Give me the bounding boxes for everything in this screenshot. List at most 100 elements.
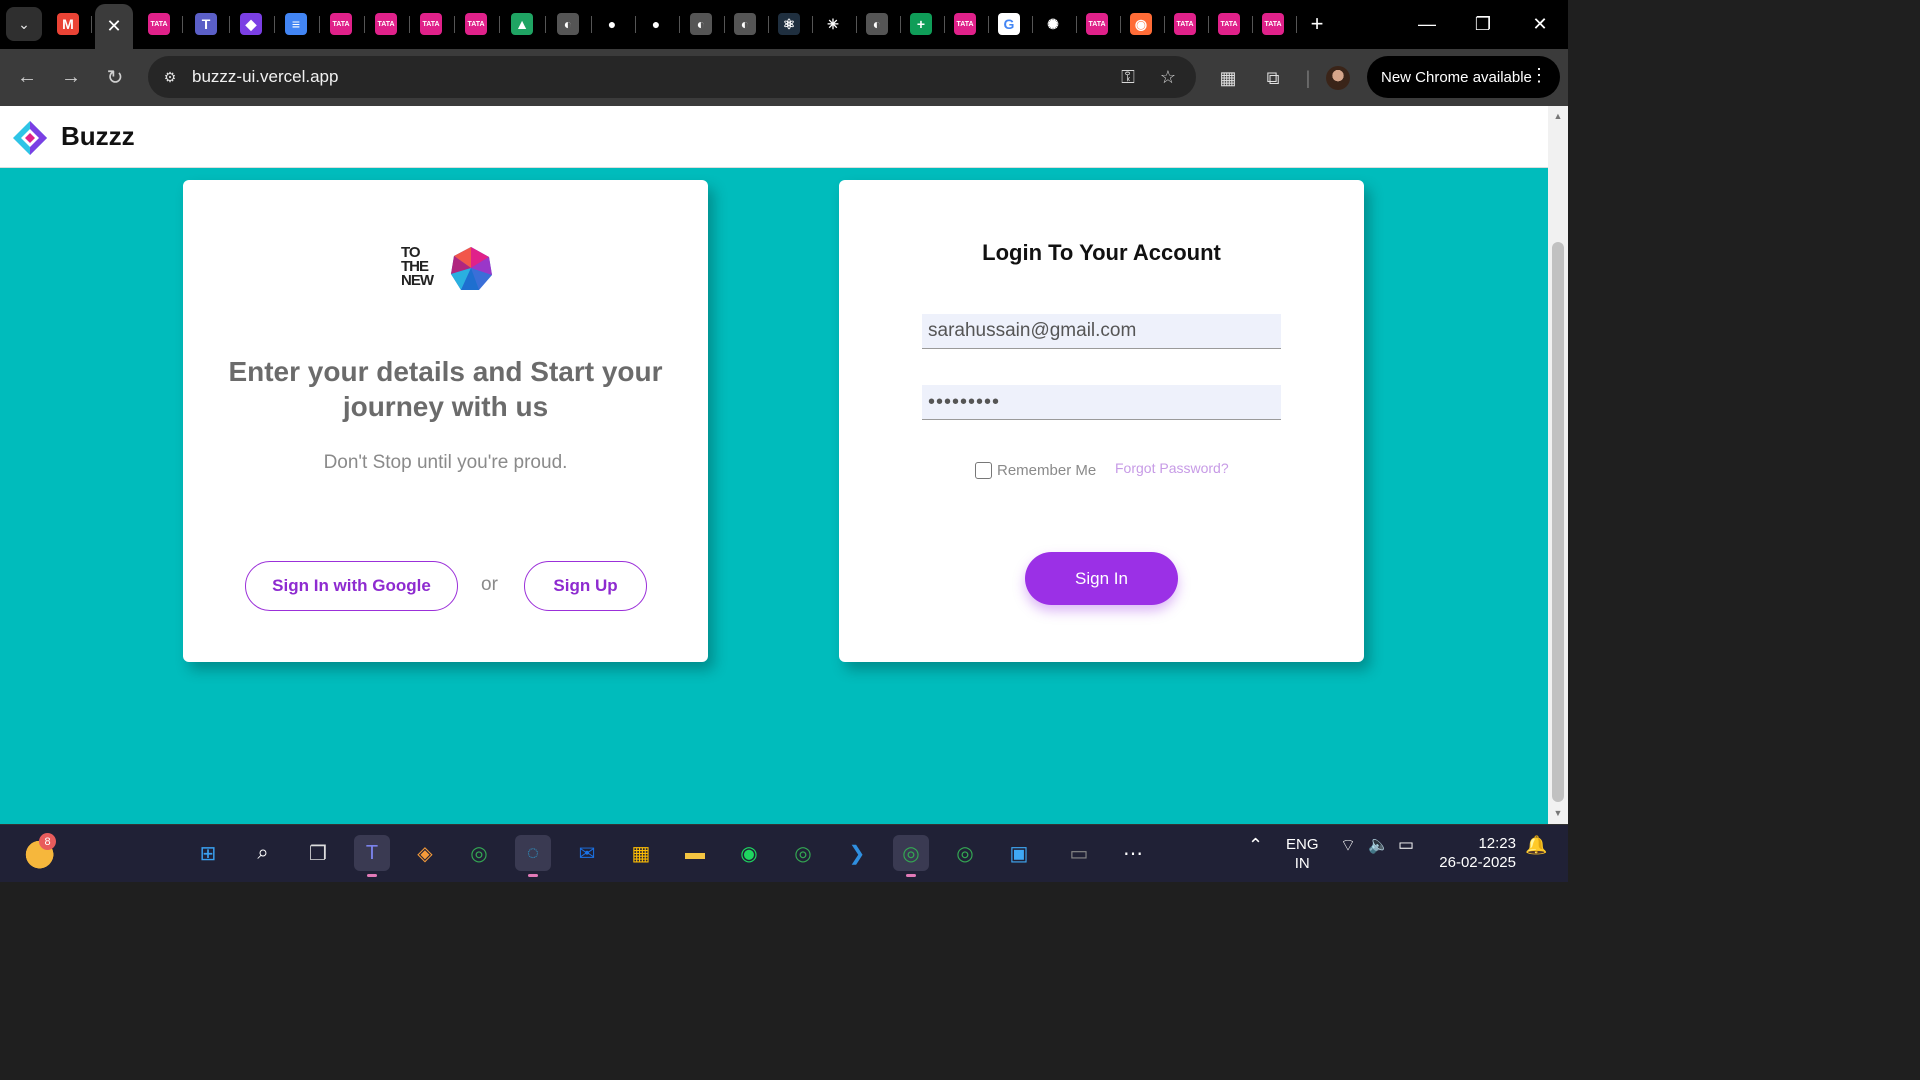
- profile-avatar[interactable]: [1326, 66, 1350, 90]
- tataplay-icon[interactable]: TATA: [1086, 13, 1108, 35]
- close-window-icon[interactable]: ✕: [1520, 10, 1560, 38]
- toolbar-divider: |: [1305, 67, 1311, 88]
- notifications-icon[interactable]: 🔔: [1525, 835, 1547, 856]
- github-icon[interactable]: ●: [601, 13, 623, 35]
- photos-icon[interactable]: ▣: [1001, 835, 1037, 871]
- new-tab-button[interactable]: +: [1297, 10, 1337, 38]
- drive-icon[interactable]: ▲: [511, 13, 533, 35]
- site-settings-icon[interactable]: ⚙: [160, 67, 180, 87]
- sheets-icon[interactable]: +: [910, 13, 932, 35]
- page-scrollbar[interactable]: ▲ ▼: [1548, 106, 1568, 824]
- tataplay-icon[interactable]: TATA: [375, 13, 397, 35]
- tab-separator: [856, 16, 857, 33]
- tataplay-icon[interactable]: TATA: [148, 13, 170, 35]
- scroll-thumb[interactable]: [1552, 242, 1564, 802]
- globe-icon[interactable]: ◐: [734, 13, 756, 35]
- url-text[interactable]: buzzz-ui.vercel.app: [192, 67, 338, 87]
- welcome-card: TO THE NEW Enter your details and Start yo…: [183, 180, 708, 662]
- start-icon[interactable]: ⊞: [190, 835, 226, 871]
- react-icon[interactable]: ⚛: [778, 13, 800, 35]
- teams-icon[interactable]: T: [354, 835, 390, 877]
- terminal-icon[interactable]: ▭: [1061, 835, 1097, 871]
- minimize-icon[interactable]: —: [1407, 10, 1447, 38]
- language-indicator[interactable]: ENG IN: [1286, 835, 1319, 873]
- password-field[interactable]: •••••••••: [922, 385, 1281, 420]
- gmail-icon[interactable]: M: [57, 13, 79, 35]
- store-icon[interactable]: ▦: [623, 835, 659, 871]
- battery-icon[interactable]: ▭: [1398, 835, 1414, 855]
- tataplay-icon[interactable]: TATA: [1218, 13, 1240, 35]
- chrome-icon[interactable]: ◎: [461, 835, 497, 871]
- tab-separator: [319, 16, 320, 33]
- update-chrome-button[interactable]: New Chrome available ⋮: [1367, 56, 1560, 98]
- globe-icon[interactable]: ◐: [866, 13, 888, 35]
- language-label: ENG: [1286, 836, 1319, 853]
- login-card: Login To Your Account sarahussain@gmail.…: [839, 180, 1364, 662]
- google-icon[interactable]: G: [998, 13, 1020, 35]
- remember-me[interactable]: Remember Me: [975, 462, 1096, 479]
- scroll-up-icon[interactable]: ▲: [1552, 111, 1564, 123]
- gem-icon[interactable]: ◆: [240, 13, 262, 35]
- docs-icon[interactable]: ≡: [285, 13, 307, 35]
- qr-code-icon[interactable]: ▦: [1216, 66, 1240, 90]
- chrome-active-icon[interactable]: ◎: [893, 835, 929, 877]
- forgot-password-link[interactable]: Forgot Password?: [1115, 460, 1229, 476]
- tab-search-button[interactable]: ⌄: [6, 7, 42, 41]
- update-label: New Chrome available: [1381, 68, 1532, 86]
- teams-icon[interactable]: T: [195, 13, 217, 35]
- globe-icon[interactable]: ◐: [690, 13, 712, 35]
- forward-icon[interactable]: →: [55, 61, 87, 93]
- postman-icon[interactable]: ◉: [1130, 13, 1152, 35]
- vscode-icon[interactable]: ❯: [839, 835, 875, 871]
- tataplay-icon[interactable]: TATA: [465, 13, 487, 35]
- search-icon[interactable]: ⌕: [245, 835, 281, 871]
- chrome-profile-icon[interactable]: ◎: [785, 835, 821, 871]
- remember-me-label[interactable]: Remember Me: [997, 462, 1096, 479]
- tataplay-icon[interactable]: TATA: [420, 13, 442, 35]
- signin-button[interactable]: Sign In: [1025, 552, 1178, 605]
- openai-icon[interactable]: ✺: [1042, 13, 1064, 35]
- remember-me-checkbox[interactable]: [975, 462, 992, 479]
- tataplay-icon[interactable]: TATA: [1262, 13, 1284, 35]
- signup-button[interactable]: Sign Up: [524, 561, 647, 611]
- tab-separator: [229, 16, 230, 33]
- email-field[interactable]: sarahussain@gmail.com: [922, 314, 1281, 349]
- bookmark-star-icon[interactable]: ☆: [1156, 66, 1180, 88]
- task-view-icon[interactable]: ❐: [300, 835, 336, 871]
- active-tab[interactable]: ✕: [95, 4, 133, 49]
- close-icon[interactable]: ✕: [106, 16, 121, 37]
- github-icon[interactable]: ●: [645, 13, 667, 35]
- extensions-icon[interactable]: ⧉: [1261, 66, 1285, 90]
- tab-separator: [591, 16, 592, 33]
- address-bar[interactable]: ⚙ buzzz-ui.vercel.app ⚿ ☆: [148, 56, 1196, 98]
- wifi-icon[interactable]: ⌔: [1340, 835, 1356, 856]
- chrome-icon[interactable]: ◎: [947, 835, 983, 871]
- brand-name[interactable]: Buzzz: [61, 121, 135, 152]
- restore-icon[interactable]: ❐: [1463, 10, 1503, 38]
- tataplay-icon[interactable]: TATA: [1174, 13, 1196, 35]
- more-icon[interactable]: ⋯: [1115, 835, 1151, 871]
- file-explorer-icon[interactable]: ▬: [677, 835, 713, 871]
- region-label: IN: [1294, 855, 1310, 872]
- spotify-icon[interactable]: ◉: [731, 835, 767, 871]
- tataplay-icon[interactable]: TATA: [330, 13, 352, 35]
- tab-separator: [274, 16, 275, 33]
- scroll-down-icon[interactable]: ▼: [1552, 808, 1564, 820]
- clock[interactable]: 12:23 26-02-2025: [1434, 834, 1516, 872]
- tab-separator: [812, 16, 813, 33]
- back-icon[interactable]: ←: [11, 61, 43, 93]
- google-signin-button[interactable]: Sign In with Google: [245, 561, 458, 611]
- edge-icon[interactable]: ◌: [515, 835, 551, 877]
- claude-icon[interactable]: ✳: [822, 13, 844, 35]
- running-indicator: [528, 874, 538, 877]
- volume-icon[interactable]: 🔈: [1368, 835, 1389, 855]
- tab-separator: [409, 16, 410, 33]
- outlook-icon[interactable]: ✉: [569, 835, 605, 871]
- show-hidden-icons[interactable]: ⌃: [1248, 835, 1263, 856]
- key-icon[interactable]: ⚿: [1116, 66, 1140, 88]
- reload-icon[interactable]: ↻: [99, 61, 131, 93]
- globe-icon[interactable]: ◐: [557, 13, 579, 35]
- tataplay-icon[interactable]: TATA: [954, 13, 976, 35]
- copilot-icon[interactable]: ◈: [407, 835, 443, 871]
- menu-kebab-icon[interactable]: ⋮: [1530, 65, 1548, 86]
